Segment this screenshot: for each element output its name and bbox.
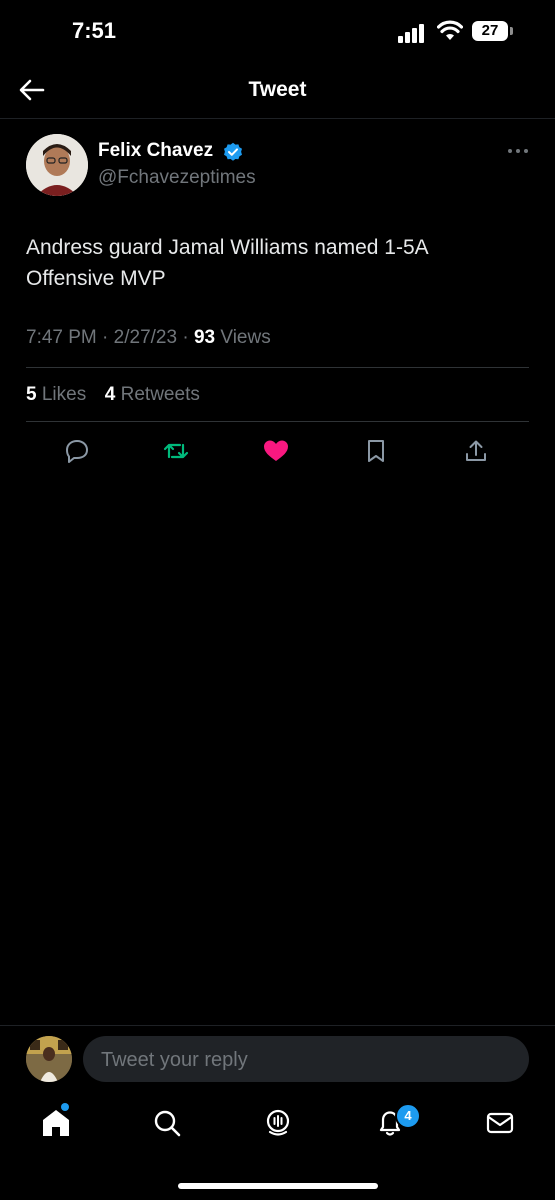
reply-field[interactable] (83, 1036, 529, 1084)
tweet-date[interactable]: 2/27/23 (114, 327, 177, 348)
notifications-badge: 4 (395, 1103, 421, 1129)
likes-count: 5 (26, 384, 37, 405)
battery-icon: 27 (472, 21, 514, 43)
retweets-stat[interactable]: 4 Retweets (105, 384, 200, 405)
home-icon[interactable] (39, 1106, 73, 1140)
likes-label: Likes (41, 384, 87, 405)
divider (26, 367, 529, 368)
tweet-time[interactable]: 7:47 PM (26, 327, 97, 348)
author-name[interactable]: Felix Chavez (98, 140, 213, 162)
retweets-label: Retweets (120, 384, 200, 405)
search-icon[interactable] (150, 1106, 184, 1140)
header-divider (0, 118, 555, 119)
battery-level: 27 (472, 21, 508, 41)
more-options-icon[interactable] (506, 141, 530, 161)
reply-input[interactable] (99, 1036, 523, 1084)
back-arrow-icon[interactable] (18, 76, 46, 104)
retweet-icon[interactable] (161, 436, 191, 466)
messages-mail-icon[interactable] (483, 1106, 517, 1140)
tweet-meta: 7:47 PM · 2/27/23 · 93 Views (26, 327, 271, 348)
author-avatar[interactable] (26, 134, 88, 196)
retweets-count: 4 (104, 384, 116, 405)
divider (26, 421, 529, 422)
views-count: 93 (193, 327, 216, 348)
like-heart-icon[interactable] (261, 436, 291, 466)
tweet-text: Andress guard Jamal Williams named 1-5A … (26, 236, 428, 290)
status-time: 7:51 (72, 18, 117, 43)
verified-badge-icon (224, 142, 242, 161)
page-title: Tweet (248, 78, 307, 101)
spaces-icon[interactable] (261, 1106, 295, 1140)
user-avatar[interactable] (26, 1036, 72, 1082)
share-icon[interactable] (461, 436, 491, 466)
engagement-stats: 5 Likes 4 Retweets (26, 384, 200, 406)
reply-divider (0, 1025, 555, 1026)
bookmark-icon[interactable] (361, 436, 391, 466)
home-unread-dot (61, 1103, 69, 1111)
views-label: Views (220, 327, 271, 348)
cellular-signal-icon (398, 24, 424, 43)
likes-stat[interactable]: 5 Likes (26, 384, 86, 405)
wifi-icon (437, 20, 463, 40)
home-indicator (178, 1183, 378, 1189)
reply-icon[interactable] (62, 436, 92, 466)
author-handle[interactable]: @Fchavezeptimes (98, 167, 256, 189)
